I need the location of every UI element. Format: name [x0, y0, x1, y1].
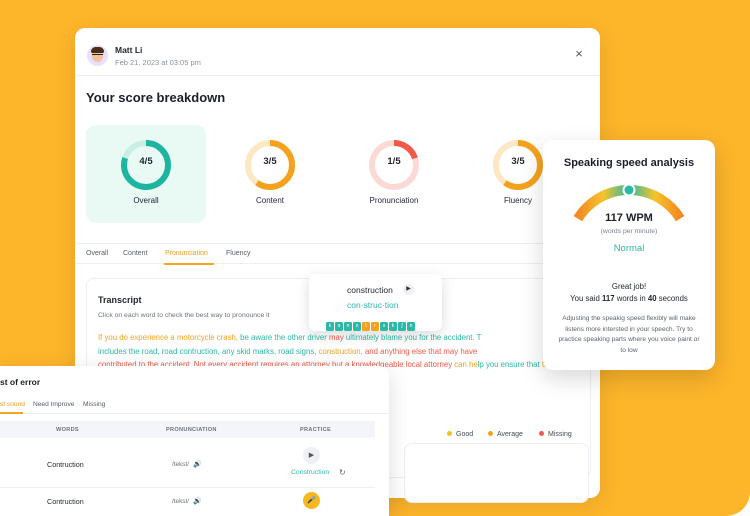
row-word: Contruction — [47, 497, 84, 506]
score-overall[interactable]: 4/5 Overall — [86, 125, 206, 223]
wpm-value: 117 WPM — [605, 212, 653, 224]
page-title: Your score breakdown — [86, 90, 226, 105]
phoneme-chip[interactable]: n — [407, 322, 415, 331]
row-pronunciation: /tekst/🔊 — [172, 497, 202, 505]
card-header: Matt Li Feb 21, 2023 at 03:05 pm × — [75, 28, 600, 76]
speaker-icon[interactable]: 🔊 — [193, 460, 202, 468]
legend-good: Good — [447, 430, 474, 438]
legend-average-label: Average — [497, 431, 523, 438]
score-value: 4/5 — [139, 156, 153, 167]
tab-pronunciation[interactable]: Pronunciation — [165, 250, 208, 257]
phoneme-chip[interactable]: t — [362, 322, 370, 331]
popup-syllables: con·struc·tion — [347, 300, 399, 310]
transcript-word[interactable]: includes the road, road contruction, any… — [98, 347, 319, 356]
feedback-summary: You said 117 words in 40 seconds — [543, 294, 715, 303]
legend-average: Average — [488, 430, 523, 438]
summary-seconds: 40 — [647, 294, 657, 303]
tab-bar: Overall Content Pronunciation Fluency — [75, 243, 600, 265]
legend-average-dot — [488, 430, 493, 436]
transcript-hint: Click on each word to check the best way… — [98, 312, 270, 319]
score-pronunciation[interactable]: 1/5 Pronunciation — [334, 125, 454, 223]
error-tab-missing[interactable]: Missing — [83, 401, 105, 408]
active-tab-indicator — [164, 263, 214, 265]
phoneme-row: kənstrʌkʃn — [326, 314, 416, 331]
score-value: 3/5 — [263, 156, 277, 167]
error-tab-indicator — [0, 412, 23, 414]
summary-prefix: You said — [570, 294, 602, 303]
speaking-speed-card: Speaking speed analysis 117 WPM (words p… — [543, 140, 715, 370]
secondary-panel — [404, 443, 589, 503]
row-word: Contruction — [47, 460, 84, 469]
phoneme-chip[interactable]: k — [389, 322, 397, 331]
error-list-title: st of error — [0, 377, 41, 387]
transcript-word[interactable]: T — [477, 333, 482, 342]
error-tab-sound[interactable]: st sound — [0, 401, 25, 408]
session-date: Feb 21, 2023 at 03:05 pm — [115, 58, 201, 67]
speaker-icon[interactable]: 🔊 — [193, 497, 202, 505]
practice-word: Construction — [291, 469, 330, 476]
word-popup: construction ▶ con·struc·tion kənstrʌkʃn — [309, 274, 442, 331]
transcript-word[interactable]: can he — [454, 360, 477, 369]
legend-missing-dot — [539, 430, 544, 436]
phoneme-chip[interactable]: ə — [335, 322, 343, 331]
col-pronunciation: PRONUNCIATION — [166, 427, 217, 433]
wpm-caption: (words per minute) — [600, 228, 658, 235]
transcript-word[interactable]: construction, — [319, 347, 365, 356]
pronunciation-text: /tekst/ — [172, 461, 190, 468]
table-row: Contruction /tekst/🔊 🎤 — [0, 488, 375, 516]
legend-missing: Missing — [539, 430, 572, 438]
phoneme-chip[interactable]: n — [344, 322, 352, 331]
score-content[interactable]: 3/5 Content — [210, 125, 330, 223]
col-words: WORDS — [56, 427, 79, 433]
play-icon[interactable]: ▶ — [303, 447, 320, 464]
user-name: Matt Li — [115, 45, 143, 55]
transcript-word[interactable]: If you do experience a motorcycle crash, — [98, 333, 240, 342]
avatar-hair — [91, 47, 104, 53]
error-list-card: st of error st sound Need Improve Missin… — [0, 366, 389, 516]
legend-missing-label: Missing — [548, 431, 572, 438]
score-label: Overall — [133, 196, 159, 205]
speed-description: Adjusting the speakig speed flexibly wil… — [558, 315, 700, 354]
phoneme-chip[interactable]: r — [371, 322, 379, 331]
row-pronunciation: /tekst/🔊 — [172, 460, 202, 468]
phoneme-chip[interactable]: s — [353, 322, 361, 331]
avatar — [87, 45, 108, 66]
col-practice: PRACTICE — [300, 427, 331, 433]
speed-status: Normal — [613, 243, 645, 254]
error-table-header: WORDS PRONUNCIATION PRACTICE — [0, 421, 375, 438]
error-tab-need-improve[interactable]: Need Improve — [33, 401, 74, 408]
phoneme-chip[interactable]: ʃ — [398, 322, 406, 331]
score-label: Pronunciation — [369, 196, 419, 205]
play-icon[interactable]: ▶ — [403, 284, 414, 295]
microphone-icon[interactable]: 🎤 — [303, 492, 320, 509]
gauge-indicator — [622, 183, 636, 197]
tab-content[interactable]: Content — [123, 250, 148, 257]
transcript-word[interactable]: be aware the other driver — [240, 333, 329, 342]
score-value: 1/5 — [387, 156, 401, 167]
transcript-word[interactable]: and anything else that may have — [365, 347, 477, 356]
summary-word-count: 117 — [601, 294, 615, 303]
transcript-title: Transcript — [98, 295, 142, 305]
pronunciation-text: /tekst/ — [172, 498, 190, 505]
tab-fluency[interactable]: Fluency — [226, 250, 251, 257]
close-icon[interactable]: × — [572, 47, 586, 61]
retry-icon[interactable]: ↻ — [339, 468, 346, 477]
phoneme-chip[interactable]: ʌ — [380, 322, 388, 331]
popup-word: construction — [347, 285, 393, 295]
feedback-heading: Great job! — [611, 282, 647, 291]
avatar-glasses — [92, 54, 103, 57]
transcript-word[interactable]: lp you ensure that — [478, 360, 542, 369]
summary-suffix: seconds — [656, 294, 688, 303]
legend-good-dot — [447, 430, 452, 436]
speed-title: Speaking speed analysis — [563, 157, 695, 169]
error-tabs: st sound Need Improve Missing — [0, 395, 389, 414]
score-label: Content — [255, 196, 285, 205]
table-row: Contruction /tekst/🔊 ▶ — [0, 446, 375, 488]
summary-mid: words in — [614, 294, 648, 303]
transcript-word[interactable]: may — [329, 333, 346, 342]
phoneme-chip[interactable]: k — [326, 322, 334, 331]
transcript-word[interactable]: ultimately blame you for the accident. — [346, 333, 477, 342]
legend-good-label: Good — [456, 431, 474, 438]
tab-overall[interactable]: Overall — [86, 250, 108, 257]
